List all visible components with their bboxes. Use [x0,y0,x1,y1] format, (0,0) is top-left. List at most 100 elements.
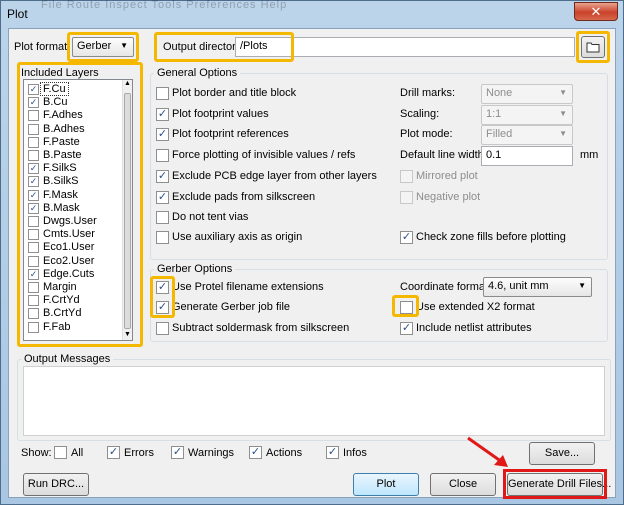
layer-name: B.Cu [43,96,68,109]
layer-checkbox[interactable]: ✓ [28,176,39,188]
subtract-soldermask-label: Subtract soldermask from silkscreen [172,322,350,334]
filter-checkbox[interactable]: ✓ [107,446,120,459]
line-width-input[interactable]: 0.1 [481,146,573,166]
subtract-soldermask-checkbox[interactable] [156,322,169,335]
netlist-attributes-label: Include netlist attributes [416,322,532,334]
layer-row[interactable]: ✓ F.Mask [26,189,126,203]
layer-checkbox[interactable] [28,282,39,293]
scaling-value: 1:1 [486,108,502,120]
layer-checkbox[interactable] [28,136,39,148]
output-directory-label: Output directory: [163,41,245,53]
generate-drill-files-label: Generate Drill Files... [508,478,612,490]
layer-checkbox[interactable]: ✓ [28,189,39,201]
save-messages-button[interactable]: Save... [529,442,595,465]
general-option-label: Plot footprint values [172,108,269,120]
layer-checkbox[interactable] [28,110,39,122]
general-option-checkbox[interactable] [156,87,169,100]
plot-format-select[interactable]: Gerber ▼ [72,37,134,57]
plot-mode-label: Plot mode: [400,128,453,140]
background-menu-ghost: File Route Inspect Tools Preferences Hel… [41,0,288,11]
output-messages-area[interactable] [23,366,605,436]
gerber-job-file-checkbox[interactable]: ✓ [156,301,169,314]
filter-checkbox[interactable]: ✓ [326,446,339,459]
negative-plot-checkbox[interactable] [400,191,413,204]
plot-mode-select[interactable]: Filled ▼ [481,125,573,145]
layer-checkbox[interactable]: ✓ [28,84,39,95]
layer-checkbox[interactable] [28,295,39,307]
general-option-checkbox[interactable] [156,149,169,162]
title-bar[interactable]: File Route Inspect Tools Preferences Hel… [1,0,623,27]
mirrored-plot-checkbox[interactable] [400,170,413,183]
general-option-checkbox[interactable] [156,231,169,244]
dialog-body: Plot format: Gerber ▼ Output directory: … [8,28,616,499]
general-option-checkbox[interactable]: ✓ [156,170,169,183]
scroll-down-icon[interactable]: ▼ [124,331,131,338]
layer-checkbox[interactable]: ✓ [28,97,39,109]
layer-row[interactable]: F.Paste [26,135,126,150]
layer-row[interactable]: Margin [26,281,126,295]
layer-name: Eco2.User [43,254,95,267]
zone-fills-checkbox[interactable]: ✓ [400,231,413,244]
layer-checkbox[interactable]: ✓ [28,163,39,175]
scroll-thumb[interactable] [124,93,131,329]
close-button[interactable]: Close [430,473,496,496]
close-window-button[interactable]: ✕ [574,2,618,21]
scaling-select[interactable]: 1:1 ▼ [481,105,573,125]
layer-row[interactable]: B.Adhes [26,122,126,137]
red-arrow-annotation [467,436,508,467]
generate-drill-files-button[interactable]: Generate Drill Files... [507,473,611,496]
layer-row[interactable]: ✓ B.SilkS [26,175,126,189]
drill-marks-select[interactable]: None ▼ [481,84,573,104]
layer-checkbox[interactable]: ✓ [28,202,39,214]
layer-name: B.Adhes [43,122,85,135]
layer-checkbox[interactable]: ✓ [28,268,39,280]
layer-row[interactable]: F.Fab [26,321,126,335]
layer-row[interactable]: ✓ B.Cu [26,96,126,110]
layer-checkbox[interactable] [28,229,39,241]
output-directory-input[interactable]: /Plots [235,37,575,57]
layer-checkbox[interactable] [28,123,39,135]
protel-extensions-checkbox[interactable]: ✓ [156,281,169,294]
netlist-attributes-checkbox[interactable]: ✓ [400,322,413,335]
plot-button[interactable]: Plot [353,473,419,496]
layer-name: F.Paste [43,135,80,148]
coordinate-format-select[interactable]: 4.6, unit mm ▼ [483,277,592,297]
layer-checkbox[interactable] [28,321,39,333]
layer-row[interactable]: Eco2.User [26,254,126,269]
layer-row[interactable]: B.Paste [26,149,126,163]
layer-row[interactable]: F.Adhes [26,109,126,123]
general-option-label: Plot footprint references [172,128,289,140]
scroll-up-icon[interactable]: ▲ [124,80,131,87]
run-drc-button[interactable]: Run DRC... [23,473,89,496]
general-option-checkbox[interactable]: ✓ [156,128,169,141]
layer-row[interactable]: Cmts.User [26,228,126,242]
layer-checkbox[interactable] [28,308,39,320]
layer-checkbox[interactable] [28,255,39,267]
layer-checkbox[interactable] [28,150,39,161]
layer-row[interactable]: Dwgs.User [26,215,126,229]
general-option-checkbox[interactable] [156,211,169,224]
layer-row[interactable]: Eco1.User [26,241,126,255]
general-option-label: Plot border and title block [172,87,297,99]
filter-label: Warnings [188,447,235,459]
layer-checkbox[interactable] [28,216,39,227]
layer-row[interactable]: ✓ F.Cu [26,82,126,97]
layer-row[interactable]: B.CrtYd [26,307,126,321]
layer-name: B.SilkS [43,175,79,188]
layer-checkbox[interactable] [28,242,39,254]
general-option-checkbox[interactable]: ✓ [156,108,169,121]
layer-row[interactable]: ✓ Edge.Cuts [26,268,126,282]
filter-checkbox[interactable]: ✓ [171,446,184,459]
layer-row[interactable]: ✓ F.SilkS [26,162,126,176]
layer-list[interactable]: ✓ F.Cu ✓ B.Cu F.Adhes B.Adhes F.Paste B.Paste ✓ F… [23,79,133,341]
extended-x2-checkbox[interactable] [400,301,413,314]
filter-checkbox[interactable] [54,446,67,459]
plot-mode-value: Filled [486,128,513,140]
layer-row[interactable]: ✓ B.Mask [26,202,126,216]
layer-name: Dwgs.User [43,215,97,227]
general-option-checkbox[interactable]: ✓ [156,191,169,204]
browse-folder-button[interactable] [581,36,605,58]
filter-checkbox[interactable]: ✓ [249,446,262,459]
layer-row[interactable]: F.CrtYd [26,294,126,308]
layer-scrollbar[interactable]: ▲ ▼ [122,80,132,340]
